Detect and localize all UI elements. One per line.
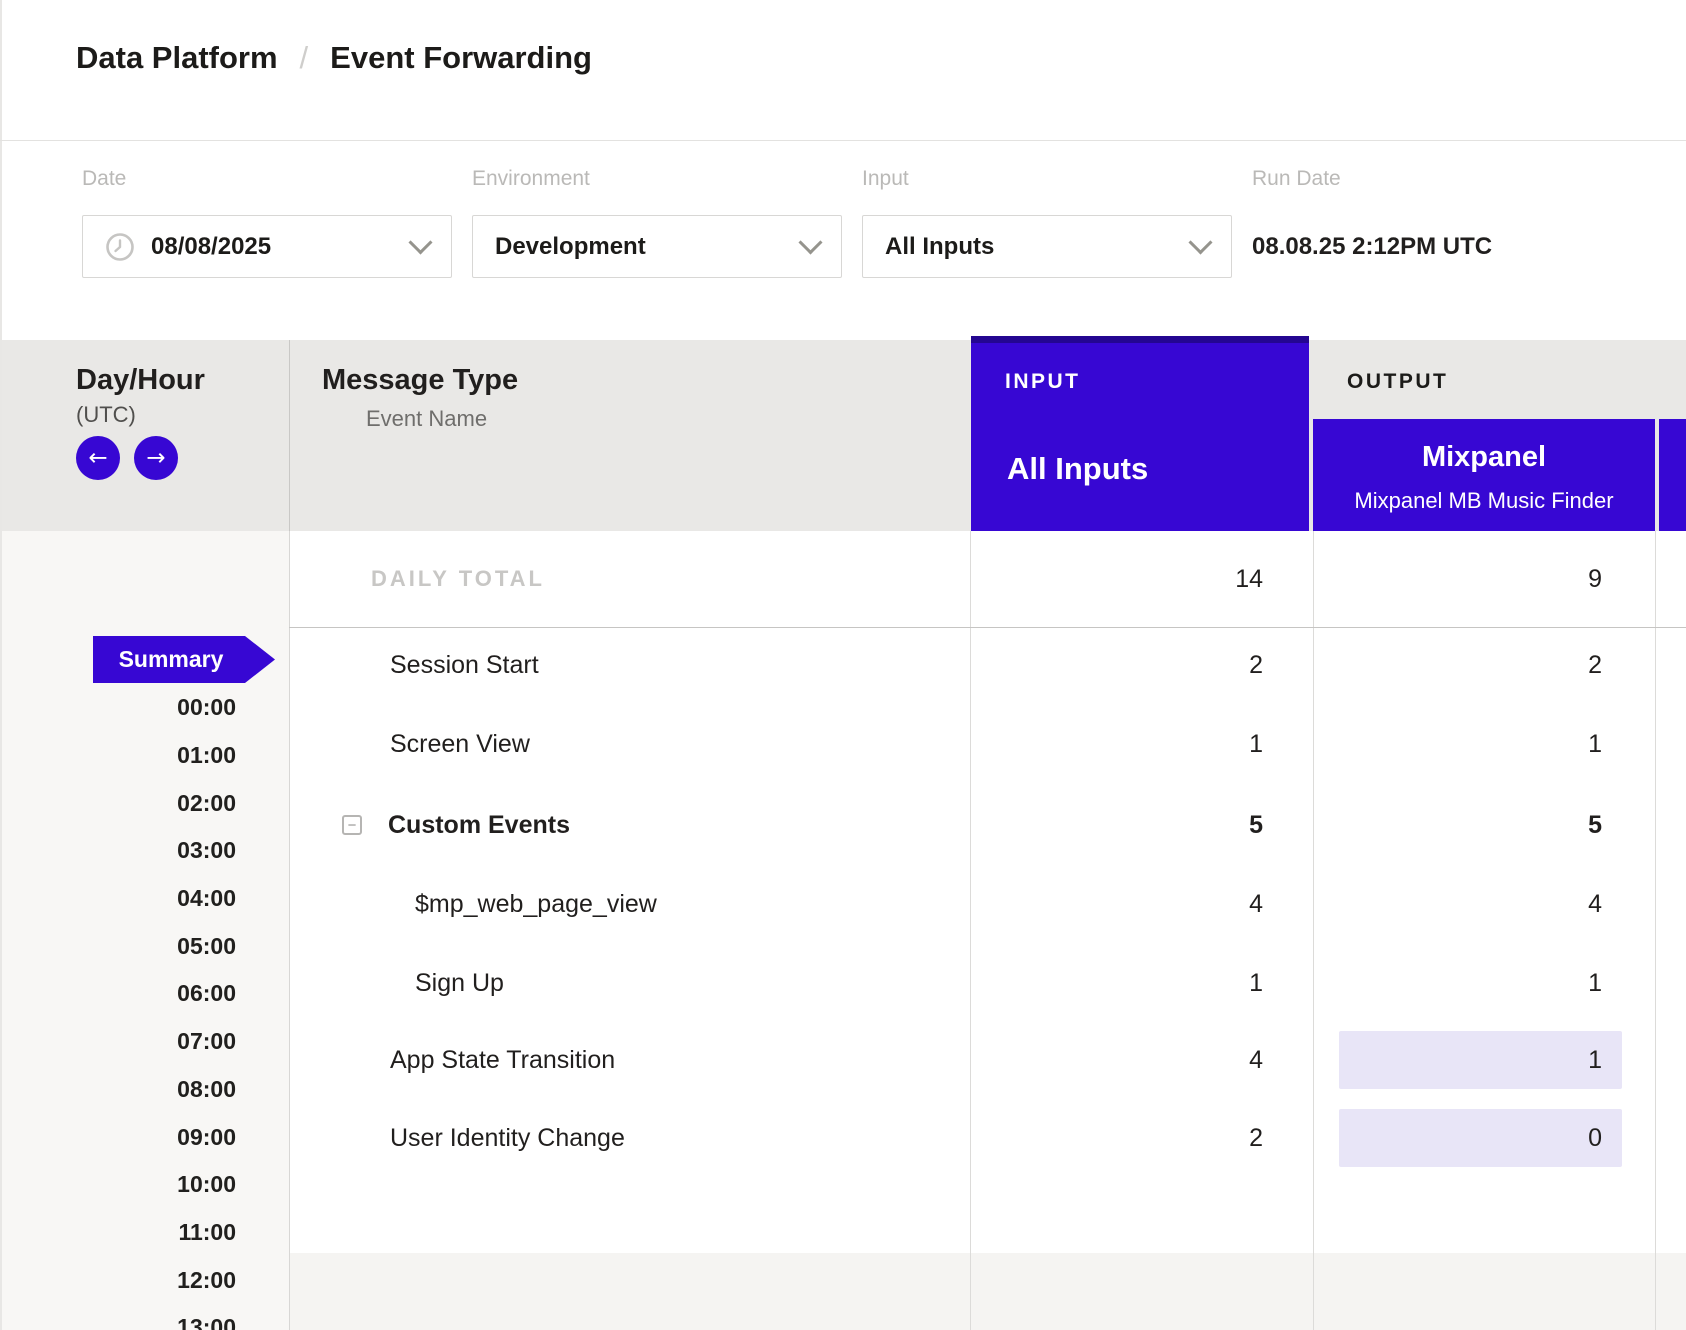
next-day-button[interactable]: → [134,436,178,480]
filter-input: Input All Inputs [862,168,1232,278]
event-name: Custom Events [388,797,570,853]
hour-slot-09[interactable]: 09:00 [2,1113,236,1161]
hour-slot-05[interactable]: 05:00 [2,922,236,970]
input-value: All Inputs [885,233,994,261]
date-label: Date [82,168,452,189]
table-footer-band [290,1253,1686,1330]
table-row-sign-up: Sign Up 1 1 [289,955,1686,1011]
input-count: 1 [1063,955,1263,1011]
event-name-subtitle: Event Name [366,406,518,432]
output-count: 0 [1402,1110,1602,1166]
filter-environment: Environment Development [472,168,842,278]
event-forwarding-page: Data Platform / Event Forwarding Date 08… [0,0,1686,1330]
environment-dropdown[interactable]: Development [472,215,842,278]
table-row-mp-web-page-view: $mp_web_page_view 4 4 [289,876,1686,932]
input-count: 2 [1063,1110,1263,1166]
input-count: 1 [1063,716,1263,772]
table-row-session-start: Session Start 2 2 [289,637,1686,693]
output-column-title: Mixpanel [1313,441,1655,474]
table-row-app-state-transition: App State Transition 4 1 [289,1032,1686,1088]
input-count: 5 [1063,797,1263,853]
breadcrumb-section[interactable]: Data Platform [76,40,278,76]
event-name: App State Transition [390,1032,615,1088]
input-section-label: INPUT [1005,370,1081,394]
hour-slot-11[interactable]: 11:00 [2,1209,236,1257]
time-sidebar: Summary 00:00 01:00 02:00 03:00 04:00 05… [2,531,289,1330]
breadcrumb-separator: / [300,40,309,76]
summary-row-badge[interactable]: Summary [93,636,275,683]
next-output-column-partial[interactable] [1659,419,1686,531]
output-count: 1 [1402,955,1602,1011]
arrow-left-icon: ← [88,445,107,471]
summary-label: Summary [119,646,224,673]
event-name: User Identity Change [390,1110,625,1166]
output-count: 4 [1402,876,1602,932]
message-type-header: Message Type Event Name [322,364,518,432]
daily-total-row: DAILY TOTAL 14 9 [289,531,1686,627]
input-count: 2 [1063,637,1263,693]
filter-run-date: Run Date 08.08.25 2:12PM UTC [1252,168,1682,278]
daily-total-divider [289,627,1686,628]
collapse-minus-icon[interactable]: − [342,815,362,835]
hour-slot-07[interactable]: 07:00 [2,1018,236,1066]
arrow-right-icon: → [146,445,165,471]
header-divider [0,140,1686,141]
output-column-subtitle: Mixpanel MB Music Finder [1313,488,1655,514]
hour-slot-00[interactable]: 00:00 [2,684,236,732]
clock-icon [105,232,135,262]
environment-label: Environment [472,168,842,189]
date-dropdown[interactable]: 08/08/2025 [82,215,452,278]
hour-slot-08[interactable]: 08:00 [2,1066,236,1114]
hour-slot-06[interactable]: 06:00 [2,970,236,1018]
chevron-down-icon [1188,230,1212,254]
daily-total-input-value: 14 [1063,531,1263,627]
run-date-label: Run Date [1252,168,1682,189]
output-count: 1 [1402,1032,1602,1088]
input-count: 4 [1063,1032,1263,1088]
daily-total-label: DAILY TOTAL [371,531,545,627]
input-column-title: All Inputs [1007,451,1148,487]
chevron-down-icon [798,230,822,254]
table-row-custom-events: − Custom Events 5 5 [289,797,1686,853]
page-title: Event Forwarding [330,40,592,76]
header-column-divider [289,340,290,531]
event-name: Screen View [390,716,530,772]
hour-slot-10[interactable]: 10:00 [2,1161,236,1209]
table-row-screen-view: Screen View 1 1 [289,716,1686,772]
output-count: 2 [1402,637,1602,693]
chevron-down-icon [408,230,432,254]
daily-total-output-value: 9 [1402,531,1602,627]
breadcrumb: Data Platform / Event Forwarding [76,40,592,76]
output-count: 5 [1402,797,1602,853]
hour-slot-02[interactable]: 02:00 [2,779,236,827]
previous-day-button[interactable]: ← [76,436,120,480]
hour-slot-04[interactable]: 04:00 [2,875,236,923]
table-row-user-identity-change: User Identity Change 2 0 [289,1110,1686,1166]
output-section-label: OUTPUT [1347,370,1448,394]
event-name: Sign Up [415,955,504,1011]
input-label: Input [862,168,1232,189]
input-column-header[interactable]: INPUT All Inputs [971,336,1309,531]
event-name: $mp_web_page_view [415,876,657,932]
input-count: 4 [1063,876,1263,932]
output-column-header-mixpanel[interactable]: Mixpanel Mixpanel MB Music Finder [1313,419,1655,531]
environment-value: Development [495,233,646,261]
day-hour-title: Day/Hour [76,364,205,396]
hour-list: 00:00 01:00 02:00 03:00 04:00 05:00 06:0… [2,684,236,1330]
hour-slot-12[interactable]: 12:00 [2,1256,236,1304]
day-hour-header: Day/Hour (UTC) ← → [76,364,205,480]
minus-glyph: − [348,818,357,833]
input-dropdown[interactable]: All Inputs [862,215,1232,278]
hour-slot-01[interactable]: 01:00 [2,732,236,780]
date-value: 08/08/2025 [151,233,271,261]
filter-date: Date 08/08/2025 [82,168,452,278]
day-nav: ← → [76,436,205,480]
event-name: Session Start [390,637,539,693]
day-hour-subtitle: (UTC) [76,402,205,428]
message-type-title: Message Type [322,364,518,396]
run-date-value: 08.08.25 2:12PM UTC [1252,215,1682,278]
output-count: 1 [1402,716,1602,772]
hour-slot-03[interactable]: 03:00 [2,827,236,875]
hour-slot-13[interactable]: 13:00 [2,1304,236,1330]
